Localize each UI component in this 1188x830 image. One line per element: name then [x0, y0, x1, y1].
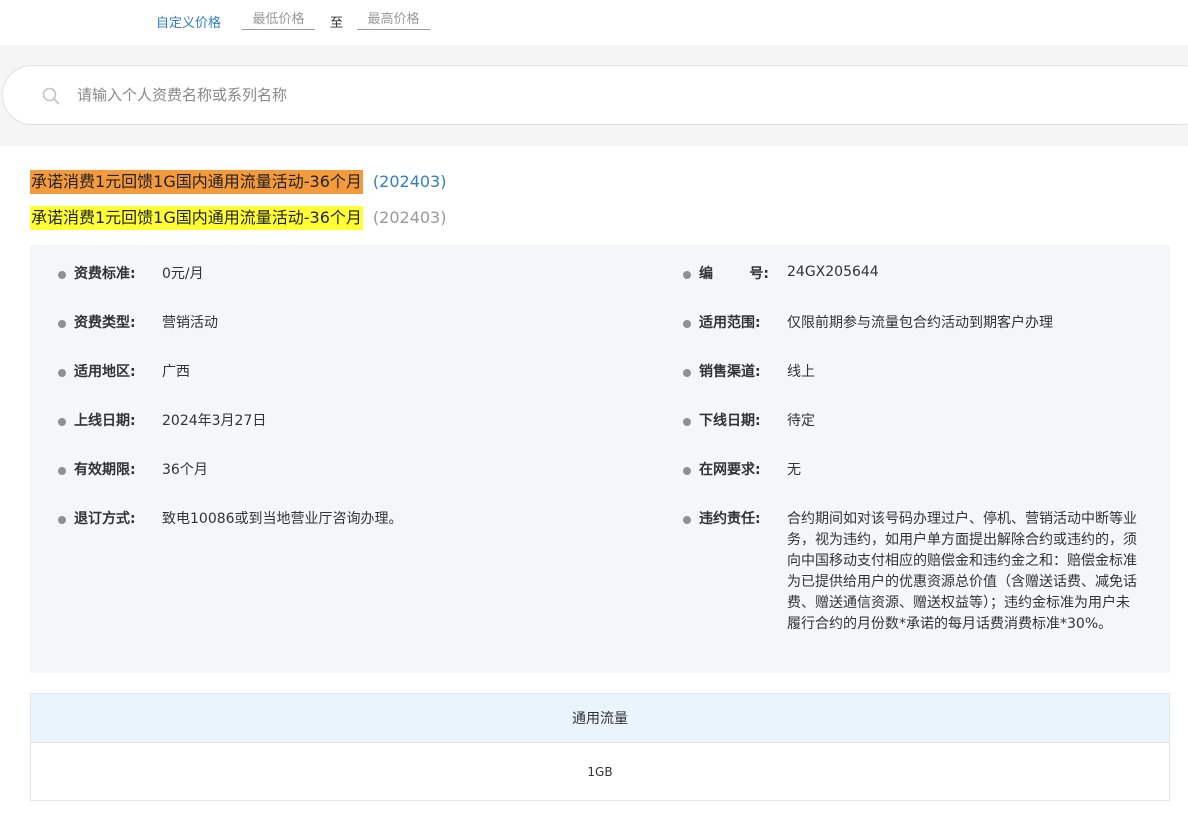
bullet-icon	[58, 467, 66, 475]
price-filter: 自定义价格 至	[0, 0, 1188, 45]
field-value: 待定	[787, 413, 815, 429]
plan-title[interactable]: 承诺消费1元回馈1G国内通用流量活动-36个月	[30, 170, 363, 194]
bullet-icon	[58, 418, 66, 426]
field-value: 2024年3月27日	[162, 413, 267, 429]
custom-price-label: 自定义价格	[156, 16, 222, 31]
bullet-icon	[683, 369, 691, 377]
field-label: 销售渠道:	[699, 364, 761, 380]
min-price-input[interactable]	[242, 10, 315, 30]
bullet-icon	[683, 320, 691, 328]
field-breach-liability: 违约责任: 合约期间如对该号码办理过户、停机、营销活动中断等业务，视为违约，如用…	[683, 509, 1142, 635]
plan-code[interactable]: (202403)	[373, 171, 447, 193]
field-value: 广西	[162, 364, 190, 380]
max-price-input[interactable]	[357, 10, 430, 30]
bullet-icon	[58, 516, 66, 524]
field-unsubscribe: 退订方式: 致电10086或到当地营业厅咨询办理。	[58, 509, 403, 530]
field-label: 违约责任:	[699, 511, 761, 527]
field-value: 仅限前期参与流量包合约活动到期客户办理	[787, 315, 1053, 331]
bullet-icon	[683, 516, 691, 524]
field-validity: 有效期限: 36个月	[58, 460, 208, 481]
field-fee-standard: 资费标准: 0元/月	[58, 264, 204, 285]
field-value: 致电10086或到当地营业厅咨询办理。	[162, 511, 403, 527]
plan-title-row-highlighted: 承诺消费1元回馈1G国内通用流量活动-36个月 (202403)	[30, 206, 446, 230]
search-band	[0, 45, 1188, 146]
bullet-icon	[683, 467, 691, 475]
table-header: 通用流量	[31, 694, 1169, 743]
bullet-icon	[683, 271, 691, 279]
field-launch-date: 上线日期: 2024年3月27日	[58, 411, 266, 432]
search-icon	[42, 87, 60, 105]
plan-details: 资费标准: 0元/月 资费类型: 营销活动 适用地区: 广西 上线日期: 202…	[30, 245, 1170, 673]
field-value: 0元/月	[162, 266, 204, 282]
field-region: 适用地区: 广西	[58, 362, 190, 383]
plan-code: (202403)	[372, 208, 447, 227]
field-label-part: 号:	[749, 266, 769, 282]
bullet-icon	[58, 320, 66, 328]
bullet-icon	[58, 271, 66, 279]
field-label: 适用地区:	[74, 364, 136, 380]
field-value: 合约期间如对该号码办理过户、停机、营销活动中断等业务，视为违约，如用户单方面提出…	[787, 511, 1137, 632]
search-input[interactable]	[77, 80, 977, 110]
field-label: 编 号:	[699, 264, 769, 285]
field-fee-type: 资费类型: 营销活动	[58, 313, 218, 334]
field-offline-date: 下线日期: 待定	[683, 411, 1142, 432]
field-label: 资费标准:	[74, 266, 136, 282]
field-label: 资费类型:	[74, 315, 136, 331]
bullet-icon	[58, 369, 66, 377]
field-label-part: 编	[699, 266, 713, 282]
field-value: 36个月	[162, 462, 208, 478]
field-label: 退订方式:	[74, 511, 136, 527]
field-label: 下线日期:	[699, 413, 761, 429]
bullet-icon	[683, 418, 691, 426]
search-box[interactable]	[2, 65, 1188, 125]
field-label: 有效期限:	[74, 462, 136, 478]
plan-title-row[interactable]: 承诺消费1元回馈1G国内通用流量活动-36个月 (202403)	[30, 170, 446, 194]
data-table: 通用流量 1GB	[30, 693, 1170, 801]
price-separator: 至	[330, 16, 344, 31]
field-sales-channel: 销售渠道: 线上	[683, 362, 1142, 383]
field-label: 在网要求:	[699, 462, 761, 478]
field-value: 无	[787, 462, 801, 478]
field-value: 营销活动	[162, 315, 218, 331]
field-network-requirement: 在网要求: 无	[683, 460, 1142, 481]
plan-title: 承诺消费1元回馈1G国内通用流量活动-36个月	[30, 206, 363, 230]
field-value: 24GX205644	[787, 264, 879, 280]
table-cell: 1GB	[587, 764, 613, 779]
field-code-number: 编 号: 24GX205644	[683, 262, 1142, 285]
field-value: 线上	[787, 364, 815, 380]
field-label: 上线日期:	[74, 413, 136, 429]
field-label: 适用范围:	[699, 315, 761, 331]
field-scope: 适用范围: 仅限前期参与流量包合约活动到期客户办理	[683, 313, 1142, 334]
